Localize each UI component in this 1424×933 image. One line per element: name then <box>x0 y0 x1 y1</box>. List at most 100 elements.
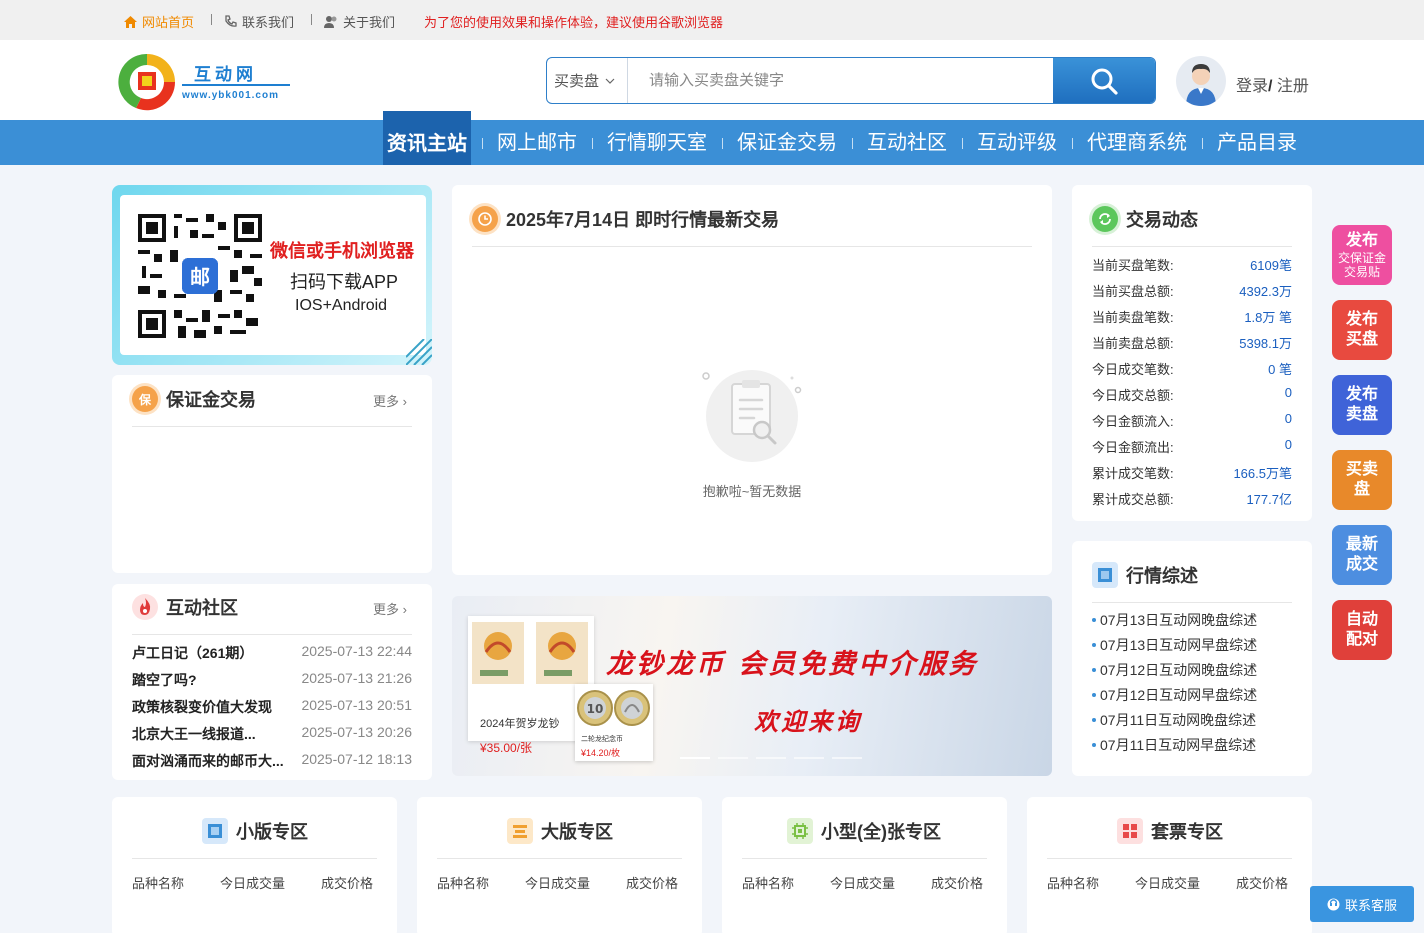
nav-item-agent-system[interactable]: 代理商系统 <box>1087 120 1187 165</box>
list-item[interactable]: 07月12日互动网早盘综述 <box>1092 685 1257 705</box>
order-book-button[interactable]: 买卖盘 <box>1332 450 1392 510</box>
list-item[interactable]: 07月11日互动网早盘综述 <box>1092 735 1256 755</box>
side-button-line1: 发布 <box>1345 311 1378 328</box>
about-link-label: 关于我们 <box>343 15 396 30</box>
search-button[interactable] <box>1053 58 1155 103</box>
svg-text:邮: 邮 <box>190 265 210 289</box>
stat-label: 今日成交总额: <box>1092 388 1174 403</box>
divider <box>311 14 312 25</box>
side-button-line2: 成交 <box>1345 556 1378 573</box>
column-header: 今日成交量 <box>525 876 591 891</box>
zone-title[interactable]: 小版专区 <box>202 818 308 844</box>
banner-dot[interactable] <box>832 757 862 759</box>
divider <box>132 858 377 859</box>
review-title: 07月11日互动网早盘综述 <box>1100 737 1257 753</box>
list-item[interactable]: 07月12日互动网晚盘综述 <box>1092 660 1257 680</box>
stat-label: 当前卖盘笔数: <box>1092 310 1174 325</box>
phone-icon <box>225 15 237 27</box>
sheet-icon <box>202 818 228 844</box>
stat-label: 当前卖盘总额: <box>1092 336 1174 351</box>
about-link[interactable]: 关于我们 <box>324 12 395 31</box>
banknote-name: 2024年贺岁龙钞 <box>480 718 560 730</box>
zone-title[interactable]: 套票专区 <box>1117 818 1223 844</box>
side-button-line1: 买卖 <box>1345 461 1378 478</box>
side-button-line1: 最新 <box>1345 536 1378 553</box>
contact-link[interactable]: 联系我们 <box>224 12 294 31</box>
list-item[interactable]: 面对汹涌而来的邮币大... 2025-07-12 18:13 <box>132 751 412 771</box>
market-review-title-label: 行情综述 <box>1126 566 1198 586</box>
margin-trade-title-label: 保证金交易 <box>166 390 256 410</box>
side-button-line2: 买盘 <box>1345 331 1378 348</box>
side-button-line1: 发布 <box>1345 232 1378 249</box>
home-link-label: 网站首页 <box>142 15 195 30</box>
login-link[interactable]: 登录 <box>1236 78 1268 95</box>
stat-value: 0 <box>1284 437 1292 452</box>
nav-item-online-market[interactable]: 网上邮市 <box>497 120 577 165</box>
coin-value: 10 <box>587 702 604 716</box>
post-buy-order-button[interactable]: 发布 买盘 <box>1332 300 1392 360</box>
community-title: 互动社区 <box>132 594 238 620</box>
nav-item-news[interactable]: 资讯主站 <box>383 111 471 165</box>
list-item[interactable]: 卢工日记（261期） 2025-07-13 22:44 <box>132 643 412 663</box>
review-title: 07月11日互动网晚盘综述 <box>1100 712 1257 728</box>
user-avatar[interactable] <box>1176 56 1226 106</box>
nav-item-rating[interactable]: 互动评级 <box>977 120 1057 165</box>
coin-product-card: 10 二轮龙纪念币 ¥14.20/枚 <box>575 684 653 761</box>
nav-divider <box>1202 138 1203 149</box>
post-title: 政策核裂变价值大发现 <box>132 699 272 715</box>
search-scope-select[interactable]: 买卖盘 <box>547 58 628 103</box>
zone-title-label: 小型(全)张专区 <box>821 822 941 842</box>
margin-trade-more-label: 更多 <box>373 394 400 409</box>
column-header: 成交价格 <box>1236 876 1289 891</box>
latest-deals-button[interactable]: 最新 成交 <box>1332 525 1392 585</box>
promo-banner[interactable]: 2024年贺岁龙钞 ¥35.00/张 10 二轮龙纪念币 ¥14.20/枚 龙钞… <box>452 596 1052 776</box>
banner-dot[interactable] <box>718 757 748 759</box>
stat-label: 今日金额流出: <box>1092 440 1174 455</box>
list-item[interactable]: 政策核裂变价值大发现 2025-07-13 20:51 <box>132 697 412 717</box>
grid-icon <box>1117 818 1143 844</box>
column-header: 今日成交量 <box>1135 876 1201 891</box>
banner-dot[interactable] <box>680 757 710 759</box>
auto-match-button[interactable]: 自动 配对 <box>1332 600 1392 660</box>
post-date: 2025-07-13 22:44 <box>301 643 412 659</box>
zone-title[interactable]: 大版专区 <box>507 818 613 844</box>
nav-item-community[interactable]: 互动社区 <box>867 120 947 165</box>
home-link[interactable]: 网站首页 <box>124 12 194 31</box>
divider <box>1092 246 1292 247</box>
banner-dot[interactable] <box>756 757 786 759</box>
margin-badge-icon: 保 <box>132 386 158 412</box>
stat-row: 累计成交总额: 177.7亿 <box>1092 489 1292 509</box>
divider <box>437 858 682 859</box>
nav-item-margin-trade[interactable]: 保证金交易 <box>737 120 837 165</box>
community-title-label: 互动社区 <box>166 598 238 618</box>
post-date: 2025-07-13 20:51 <box>301 697 412 713</box>
list-item[interactable]: 北京大王一线报道... 2025-07-13 20:26 <box>132 724 412 744</box>
post-margin-trade-button[interactable]: 发布 交保证金交易贴 <box>1332 225 1392 285</box>
trade-stats-title: 交易动态 <box>1092 206 1198 232</box>
empty-state-icon <box>702 370 802 462</box>
banner-dot[interactable] <box>794 757 824 759</box>
customer-service-button[interactable]: 联系客服 <box>1310 886 1414 922</box>
search-input[interactable] <box>629 58 1053 103</box>
logo-url: www.ybk001.com <box>182 90 279 101</box>
home-icon <box>124 15 137 28</box>
nav-item-chatroom[interactable]: 行情聊天室 <box>607 120 707 165</box>
stat-row: 当前买盘笔数: 6109笔 <box>1092 255 1292 275</box>
margin-trade-more-link[interactable]: 更多 › <box>373 391 407 410</box>
list-item[interactable]: 07月13日互动网早盘综述 <box>1092 635 1257 655</box>
logo-emblem-icon <box>118 53 176 111</box>
list-item[interactable]: 07月11日互动网晚盘综述 <box>1092 710 1256 730</box>
list-item[interactable]: 07月13日互动网晚盘综述 <box>1092 610 1257 630</box>
coin-price: ¥14.20/枚 <box>581 748 621 758</box>
list-item[interactable]: 踏空了吗? 2025-07-13 21:26 <box>132 670 412 690</box>
post-sell-order-button[interactable]: 发布 卖盘 <box>1332 375 1392 435</box>
banner-pagination <box>680 757 862 759</box>
side-button-line2: 盘 <box>1353 481 1370 498</box>
zone-title[interactable]: 小型(全)张专区 <box>787 818 941 844</box>
nav-item-catalog[interactable]: 产品目录 <box>1217 120 1297 165</box>
review-title: 07月13日互动网晚盘综述 <box>1100 612 1258 628</box>
search-scope-value: 买卖盘 <box>554 73 600 90</box>
divider <box>1092 602 1292 603</box>
register-link[interactable]: 注册 <box>1277 78 1309 95</box>
community-more-link[interactable]: 更多 › <box>373 599 407 618</box>
